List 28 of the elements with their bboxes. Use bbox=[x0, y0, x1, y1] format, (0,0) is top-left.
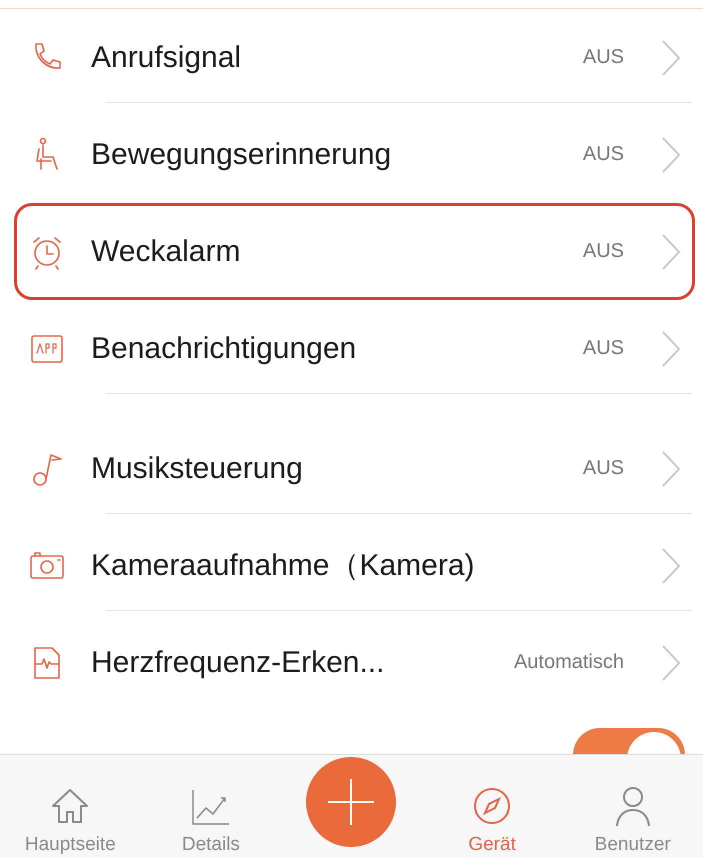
settings-row[interactable]: Anrufsignal AUS bbox=[14, 9, 695, 106]
setting-label: Benachrichtigungen bbox=[91, 332, 358, 366]
setting-value: AUS bbox=[582, 46, 624, 69]
chevron-icon bbox=[660, 448, 682, 488]
highlighted-settings-row[interactable]: Weckalarm AUS bbox=[14, 203, 695, 300]
setting-label: Musiksteuerung bbox=[91, 452, 304, 486]
settings-row[interactable]: Bewegungserinnerung AUS bbox=[14, 106, 695, 203]
setting-label: Weckalarm bbox=[91, 234, 242, 268]
chevron-icon bbox=[660, 134, 682, 174]
settings-row[interactable]: Kameraaufnahme（Kamera) bbox=[14, 517, 695, 614]
settings-row[interactable]: Musiksteuerung AUS bbox=[14, 420, 695, 517]
setting-value: AUS bbox=[582, 337, 624, 360]
setting-label: Kameraaufnahme（Kamera) bbox=[91, 548, 476, 584]
settings-row[interactable]: Herzfrequenz-Erken... Automatisch bbox=[14, 614, 695, 711]
chevron-icon bbox=[660, 328, 682, 368]
chevron-icon bbox=[660, 232, 682, 272]
setting-label: Herzfrequenz-Erken... bbox=[91, 646, 386, 680]
settings-row[interactable]: Benachrichtigungen AUS bbox=[14, 300, 695, 397]
setting-value: AUS bbox=[582, 240, 624, 263]
setting-label: Bewegungserinnerung bbox=[91, 138, 392, 172]
chevron-icon bbox=[660, 546, 682, 586]
setting-label: Anrufsignal bbox=[91, 40, 242, 74]
setting-value: Automatisch bbox=[514, 651, 624, 674]
chevron-icon bbox=[660, 38, 682, 78]
setting-value: AUS bbox=[582, 143, 624, 166]
setting-value: AUS bbox=[582, 457, 624, 480]
chevron-icon bbox=[660, 642, 682, 682]
plus-icon bbox=[326, 776, 376, 826]
